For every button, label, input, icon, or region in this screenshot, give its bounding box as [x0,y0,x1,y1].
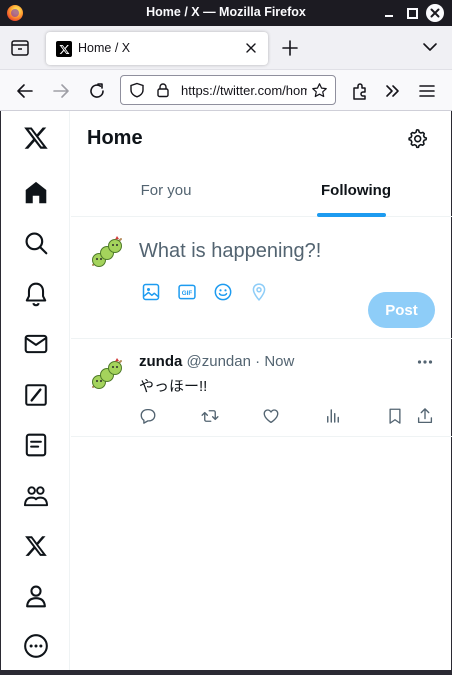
window-bottom-edge [0,670,452,675]
navigation-toolbar: https://twitter.com/home [0,70,452,111]
location-icon[interactable] [249,282,269,302]
tab-bar: Home / X [0,26,452,70]
reload-icon[interactable] [87,81,107,101]
tweet-author-name[interactable]: zunda [139,353,182,370]
bookmark-star-icon[interactable] [311,82,328,99]
communities-icon[interactable] [23,483,49,509]
views-icon[interactable] [324,407,342,425]
compose-input[interactable] [139,240,429,263]
sidebar [1,111,70,670]
tab-close-icon[interactable] [244,41,258,55]
window-titlebar: Home / X — Mozilla Firefox [0,0,452,26]
gif-icon[interactable]: GIF [177,282,197,302]
tweet-header: zunda @zundan · Now [139,353,294,370]
tab-following[interactable]: Following [261,164,451,217]
reply-icon[interactable] [139,407,157,425]
active-tab-indicator [317,213,386,217]
avatar[interactable] [87,230,127,270]
profile-icon[interactable] [23,583,49,609]
feed-tabs: For you Following [71,164,452,217]
premium-x-icon[interactable] [23,533,49,559]
bell-icon[interactable] [23,281,49,307]
url-text[interactable]: https://twitter.com/home [181,83,307,98]
new-tab-icon[interactable] [280,38,300,58]
close-window-button[interactable] [426,4,444,22]
tweet-separator: · [255,353,261,370]
extensions-icon[interactable] [350,81,370,101]
browser-tab[interactable]: Home / X [46,32,268,65]
image-icon[interactable] [141,282,161,302]
post-composer: GIF Post [71,218,452,339]
search-icon[interactable] [23,230,49,256]
emoji-icon[interactable] [213,282,233,302]
bookmark-icon[interactable] [386,407,404,425]
list-all-tabs-icon[interactable] [422,39,438,55]
svg-text:GIF: GIF [182,290,193,297]
x-logo-icon[interactable] [23,125,49,151]
retweet-icon[interactable] [201,407,219,425]
hamburger-menu-icon[interactable] [417,81,437,101]
tweet[interactable]: zunda @zundan · Now やっほー!! [71,340,452,437]
tab-title: Home / X [78,41,131,55]
avatar[interactable] [87,352,127,392]
post-button[interactable]: Post [368,292,435,328]
tab-for-you[interactable]: For you [71,164,261,217]
tweet-text: やっほー!! [139,378,208,395]
overflow-menu-icon[interactable] [383,81,403,101]
url-bar[interactable]: https://twitter.com/home [120,75,336,105]
firefox-view-icon[interactable] [8,37,32,59]
lock-icon[interactable] [155,82,171,98]
tweet-author-handle[interactable]: @zundan [187,353,251,370]
grok-icon[interactable] [23,382,49,408]
share-icon[interactable] [416,407,434,425]
lists-icon[interactable] [23,432,49,458]
tracking-shield-icon[interactable] [129,82,145,98]
like-icon[interactable] [262,407,280,425]
forward-icon[interactable] [51,81,71,101]
x-favicon-icon [56,41,72,57]
minimize-button[interactable] [380,4,398,22]
page-title: Home [87,127,143,149]
gear-icon[interactable] [406,127,428,149]
back-icon[interactable] [15,81,35,101]
more-options-icon[interactable] [415,352,435,372]
main-column: Home For you Following What is happening… [71,111,452,670]
more-icon[interactable] [23,633,49,659]
page-viewport: Home For you Following What is happening… [0,111,452,670]
maximize-button[interactable] [403,4,421,22]
home-icon[interactable] [23,180,49,206]
tweet-timestamp[interactable]: Now [264,353,294,370]
mail-icon[interactable] [23,331,49,357]
